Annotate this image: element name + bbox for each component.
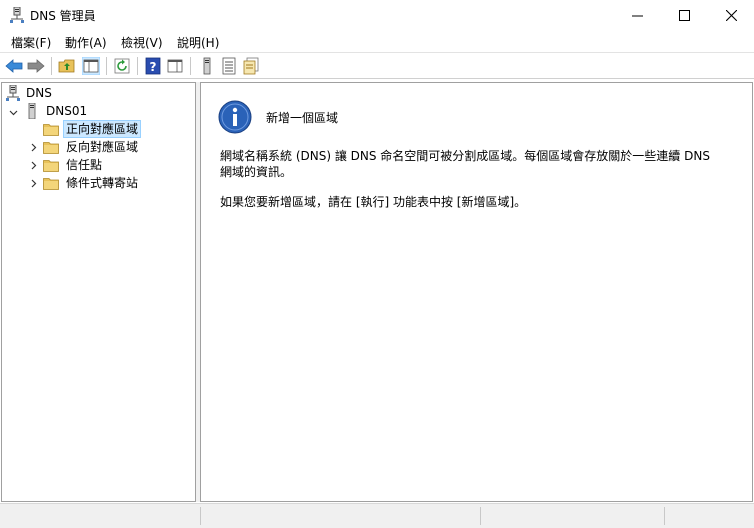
tree-label: 信任點 <box>66 158 103 172</box>
toolbar-separator <box>51 57 52 75</box>
folder-icon <box>43 123 59 136</box>
maximize-icon <box>678 9 690 21</box>
close-icon <box>725 9 737 21</box>
description-paragraph: 網域名稱系統 (DNS) 讓 DNS 命名空間可被分割成區域。每個區域會存放關於… <box>220 148 720 180</box>
status-separator <box>664 507 665 525</box>
toolbar-separator <box>137 57 138 75</box>
show-hide-action-pane-icon[interactable] <box>166 57 184 75</box>
tree-label: 正向對應區域 <box>63 120 142 138</box>
close-button[interactable] <box>708 0 754 30</box>
tree-item-dns-root[interactable]: DNS <box>6 84 55 102</box>
dns-server-icon <box>10 7 24 23</box>
folder-icon <box>43 141 59 154</box>
status-separator <box>480 507 481 525</box>
status-separator <box>200 507 201 525</box>
info-icon <box>218 100 252 134</box>
console-tree: DNS DNS01 正向對應區域 反向對應區域 信任點 條件式轉寄站 <box>1 82 196 502</box>
description-line: 網域名稱系統 (DNS) 讓 DNS 命名空間可被分割成區域。每個區域會存放關於… <box>220 149 710 163</box>
window-title: DNS 管理員 <box>30 9 96 23</box>
instruction-paragraph: 如果您要新增區域，請在 [執行] 功能表中按 [新增區域]。 <box>220 195 527 209</box>
tree-label: DNS01 <box>46 104 88 118</box>
toolbar: ? <box>0 52 754 79</box>
list-view-icon[interactable] <box>220 57 238 75</box>
svg-text:?: ? <box>150 60 157 74</box>
folder-icon <box>43 159 59 172</box>
refresh-icon[interactable] <box>113 57 131 75</box>
tree-item-conditional-forwarders[interactable]: 條件式轉寄站 <box>43 174 141 192</box>
tree-label: DNS <box>26 86 52 100</box>
status-bar <box>0 503 754 528</box>
menu-help[interactable]: 說明(H) <box>177 34 219 51</box>
chevron-right-icon[interactable] <box>29 179 38 188</box>
tree-label: 條件式轉寄站 <box>66 176 139 190</box>
dns-server-icon <box>6 85 20 101</box>
results-pane: 新增一個區域 網域名稱系統 (DNS) 讓 DNS 命名空間可被分割成區域。每個… <box>200 82 753 502</box>
properties-icon[interactable] <box>242 57 260 75</box>
tree-item-reverse-lookup-zones[interactable]: 反向對應區域 <box>43 138 141 156</box>
menu-file[interactable]: 檔案(F) <box>11 34 51 51</box>
menu-bar: 檔案(F) 動作(A) 檢視(V) 說明(H) <box>0 30 754 52</box>
menu-action[interactable]: 動作(A) <box>65 34 107 51</box>
toolbar-separator <box>190 57 191 75</box>
content-heading: 新增一個區域 <box>266 111 339 125</box>
server-icon[interactable] <box>198 57 216 75</box>
show-hide-console-tree-icon[interactable] <box>82 57 100 75</box>
tree-label: 反向對應區域 <box>66 140 139 154</box>
title-bar: DNS 管理員 <box>0 0 754 30</box>
maximize-button[interactable] <box>661 0 707 30</box>
back-arrow-icon[interactable] <box>5 57 23 75</box>
server-icon <box>28 103 36 119</box>
tree-item-trust-points[interactable]: 信任點 <box>43 156 105 174</box>
chevron-right-icon[interactable] <box>29 161 38 170</box>
folder-icon <box>43 177 59 190</box>
help-icon[interactable]: ? <box>144 57 162 75</box>
minimize-icon <box>631 15 643 16</box>
up-folder-icon[interactable] <box>58 57 76 75</box>
tree-item-forward-lookup-zones[interactable]: 正向對應區域 <box>43 120 142 138</box>
menu-view[interactable]: 檢視(V) <box>121 34 163 51</box>
toolbar-separator <box>106 57 107 75</box>
minimize-button[interactable] <box>614 0 660 30</box>
chevron-right-icon[interactable] <box>29 143 38 152</box>
forward-arrow-icon[interactable] <box>27 57 45 75</box>
tree-item-server[interactable]: DNS01 <box>26 102 90 120</box>
chevron-down-icon[interactable] <box>9 108 18 117</box>
description-line: 網域的資訊。 <box>220 165 293 179</box>
